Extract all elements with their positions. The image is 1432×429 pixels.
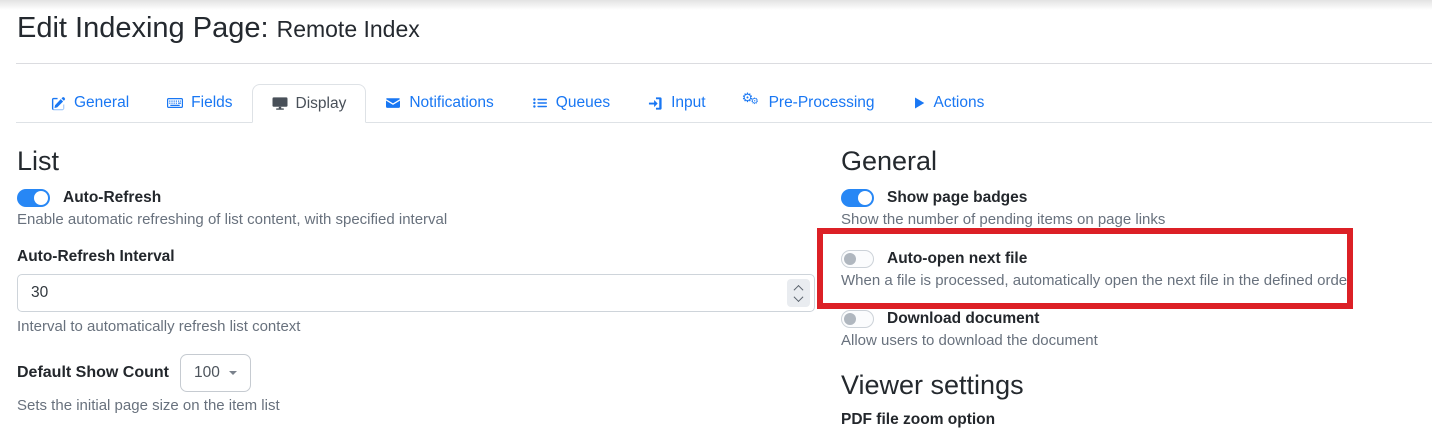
envelope-icon xyxy=(385,96,401,110)
sign-in-icon xyxy=(648,96,663,111)
download-document-group: Download document Allow users to downloa… xyxy=(841,310,1419,350)
auto-refresh-label: Auto-Refresh xyxy=(63,189,161,207)
auto-open-next-file-label: Auto-open next file xyxy=(887,250,1027,268)
gears-icon: ⚙⚙ xyxy=(744,95,761,111)
tab-queues[interactable]: Queues xyxy=(513,84,629,122)
tab-display-label: Display xyxy=(296,95,347,113)
auto-refresh-help: Enable automatic refreshing of list cont… xyxy=(17,211,815,229)
tab-fields[interactable]: Fields xyxy=(148,84,251,122)
show-page-badges-row: Show page badges xyxy=(841,189,1419,207)
tab-pre-processing[interactable]: ⚙⚙ Pre-Processing xyxy=(725,84,894,122)
auto-refresh-interval-input[interactable] xyxy=(17,274,815,312)
download-document-toggle[interactable] xyxy=(841,310,874,328)
tab-input-label: Input xyxy=(671,94,705,112)
viewer-settings-heading: Viewer settings xyxy=(841,370,1419,401)
auto-open-next-file-row: Auto-open next file xyxy=(841,250,1419,268)
header-divider xyxy=(16,63,1432,64)
tab-pre-processing-label: Pre-Processing xyxy=(769,94,875,112)
tab-input[interactable]: Input xyxy=(629,84,724,122)
download-document-row: Download document xyxy=(841,310,1419,328)
tab-general[interactable]: General xyxy=(32,84,148,122)
caret-down-icon xyxy=(229,371,237,375)
display-icon xyxy=(272,96,288,111)
tab-fields-label: Fields xyxy=(191,94,232,112)
toggle-knob xyxy=(844,253,856,265)
general-settings-column: General Show page badges Show the number… xyxy=(841,146,1419,429)
page-title-subtitle: Remote Index xyxy=(277,16,420,42)
page-title-main: Edit Indexing Page: xyxy=(17,12,269,44)
toggle-knob xyxy=(844,313,856,325)
chevron-down-icon[interactable] xyxy=(794,292,804,302)
download-document-help: Allow users to download the document xyxy=(841,332,1419,350)
list-settings-column: List Auto-Refresh Enable automatic refre… xyxy=(17,146,815,415)
pdf-file-zoom-option-label: PDF file zoom option xyxy=(841,411,1419,429)
default-show-count-row: Default Show Count 100 xyxy=(17,354,815,392)
tab-notifications[interactable]: Notifications xyxy=(366,84,512,122)
auto-refresh-interval-field xyxy=(17,274,815,312)
default-show-count-help: Sets the initial page size on the item l… xyxy=(17,397,815,415)
auto-open-next-file-group: Auto-open next file When a file is proce… xyxy=(841,250,1419,290)
toggle-knob xyxy=(858,191,872,205)
show-page-badges-toggle[interactable] xyxy=(841,189,874,207)
toggle-knob xyxy=(34,191,48,205)
tab-queues-label: Queues xyxy=(556,94,610,112)
keyboard-icon xyxy=(167,95,183,111)
general-section-heading: General xyxy=(841,146,1419,177)
tab-general-label: General xyxy=(74,94,129,112)
edit-icon xyxy=(51,96,66,111)
tab-bar: General Fields Display Notifications Que… xyxy=(16,84,1432,123)
list-section-heading: List xyxy=(17,146,815,177)
auto-open-next-file-toggle[interactable] xyxy=(841,250,874,268)
auto-open-next-file-help: When a file is processed, automatically … xyxy=(841,272,1419,290)
play-icon xyxy=(913,96,926,110)
default-show-count-dropdown[interactable]: 100 xyxy=(180,354,251,392)
auto-refresh-interval-label: Auto-Refresh Interval xyxy=(17,248,815,266)
download-document-label: Download document xyxy=(887,310,1039,328)
number-stepper[interactable] xyxy=(787,279,810,307)
auto-refresh-interval-help: Interval to automatically refresh list c… xyxy=(17,318,815,336)
auto-refresh-toggle[interactable] xyxy=(17,189,50,207)
tab-notifications-label: Notifications xyxy=(409,94,493,112)
default-show-count-value: 100 xyxy=(194,364,220,382)
tab-display[interactable]: Display xyxy=(252,84,367,123)
tab-actions-label: Actions xyxy=(934,94,985,112)
top-shadow-strip xyxy=(0,0,1432,10)
auto-refresh-row: Auto-Refresh xyxy=(17,189,815,207)
tab-actions[interactable]: Actions xyxy=(894,84,1004,122)
default-show-count-label: Default Show Count xyxy=(17,364,169,382)
page-title: Edit Indexing Page: Remote Index xyxy=(17,12,420,45)
show-page-badges-help: Show the number of pending items on page… xyxy=(841,211,1419,229)
list-icon xyxy=(532,96,548,110)
show-page-badges-label: Show page badges xyxy=(887,189,1027,207)
